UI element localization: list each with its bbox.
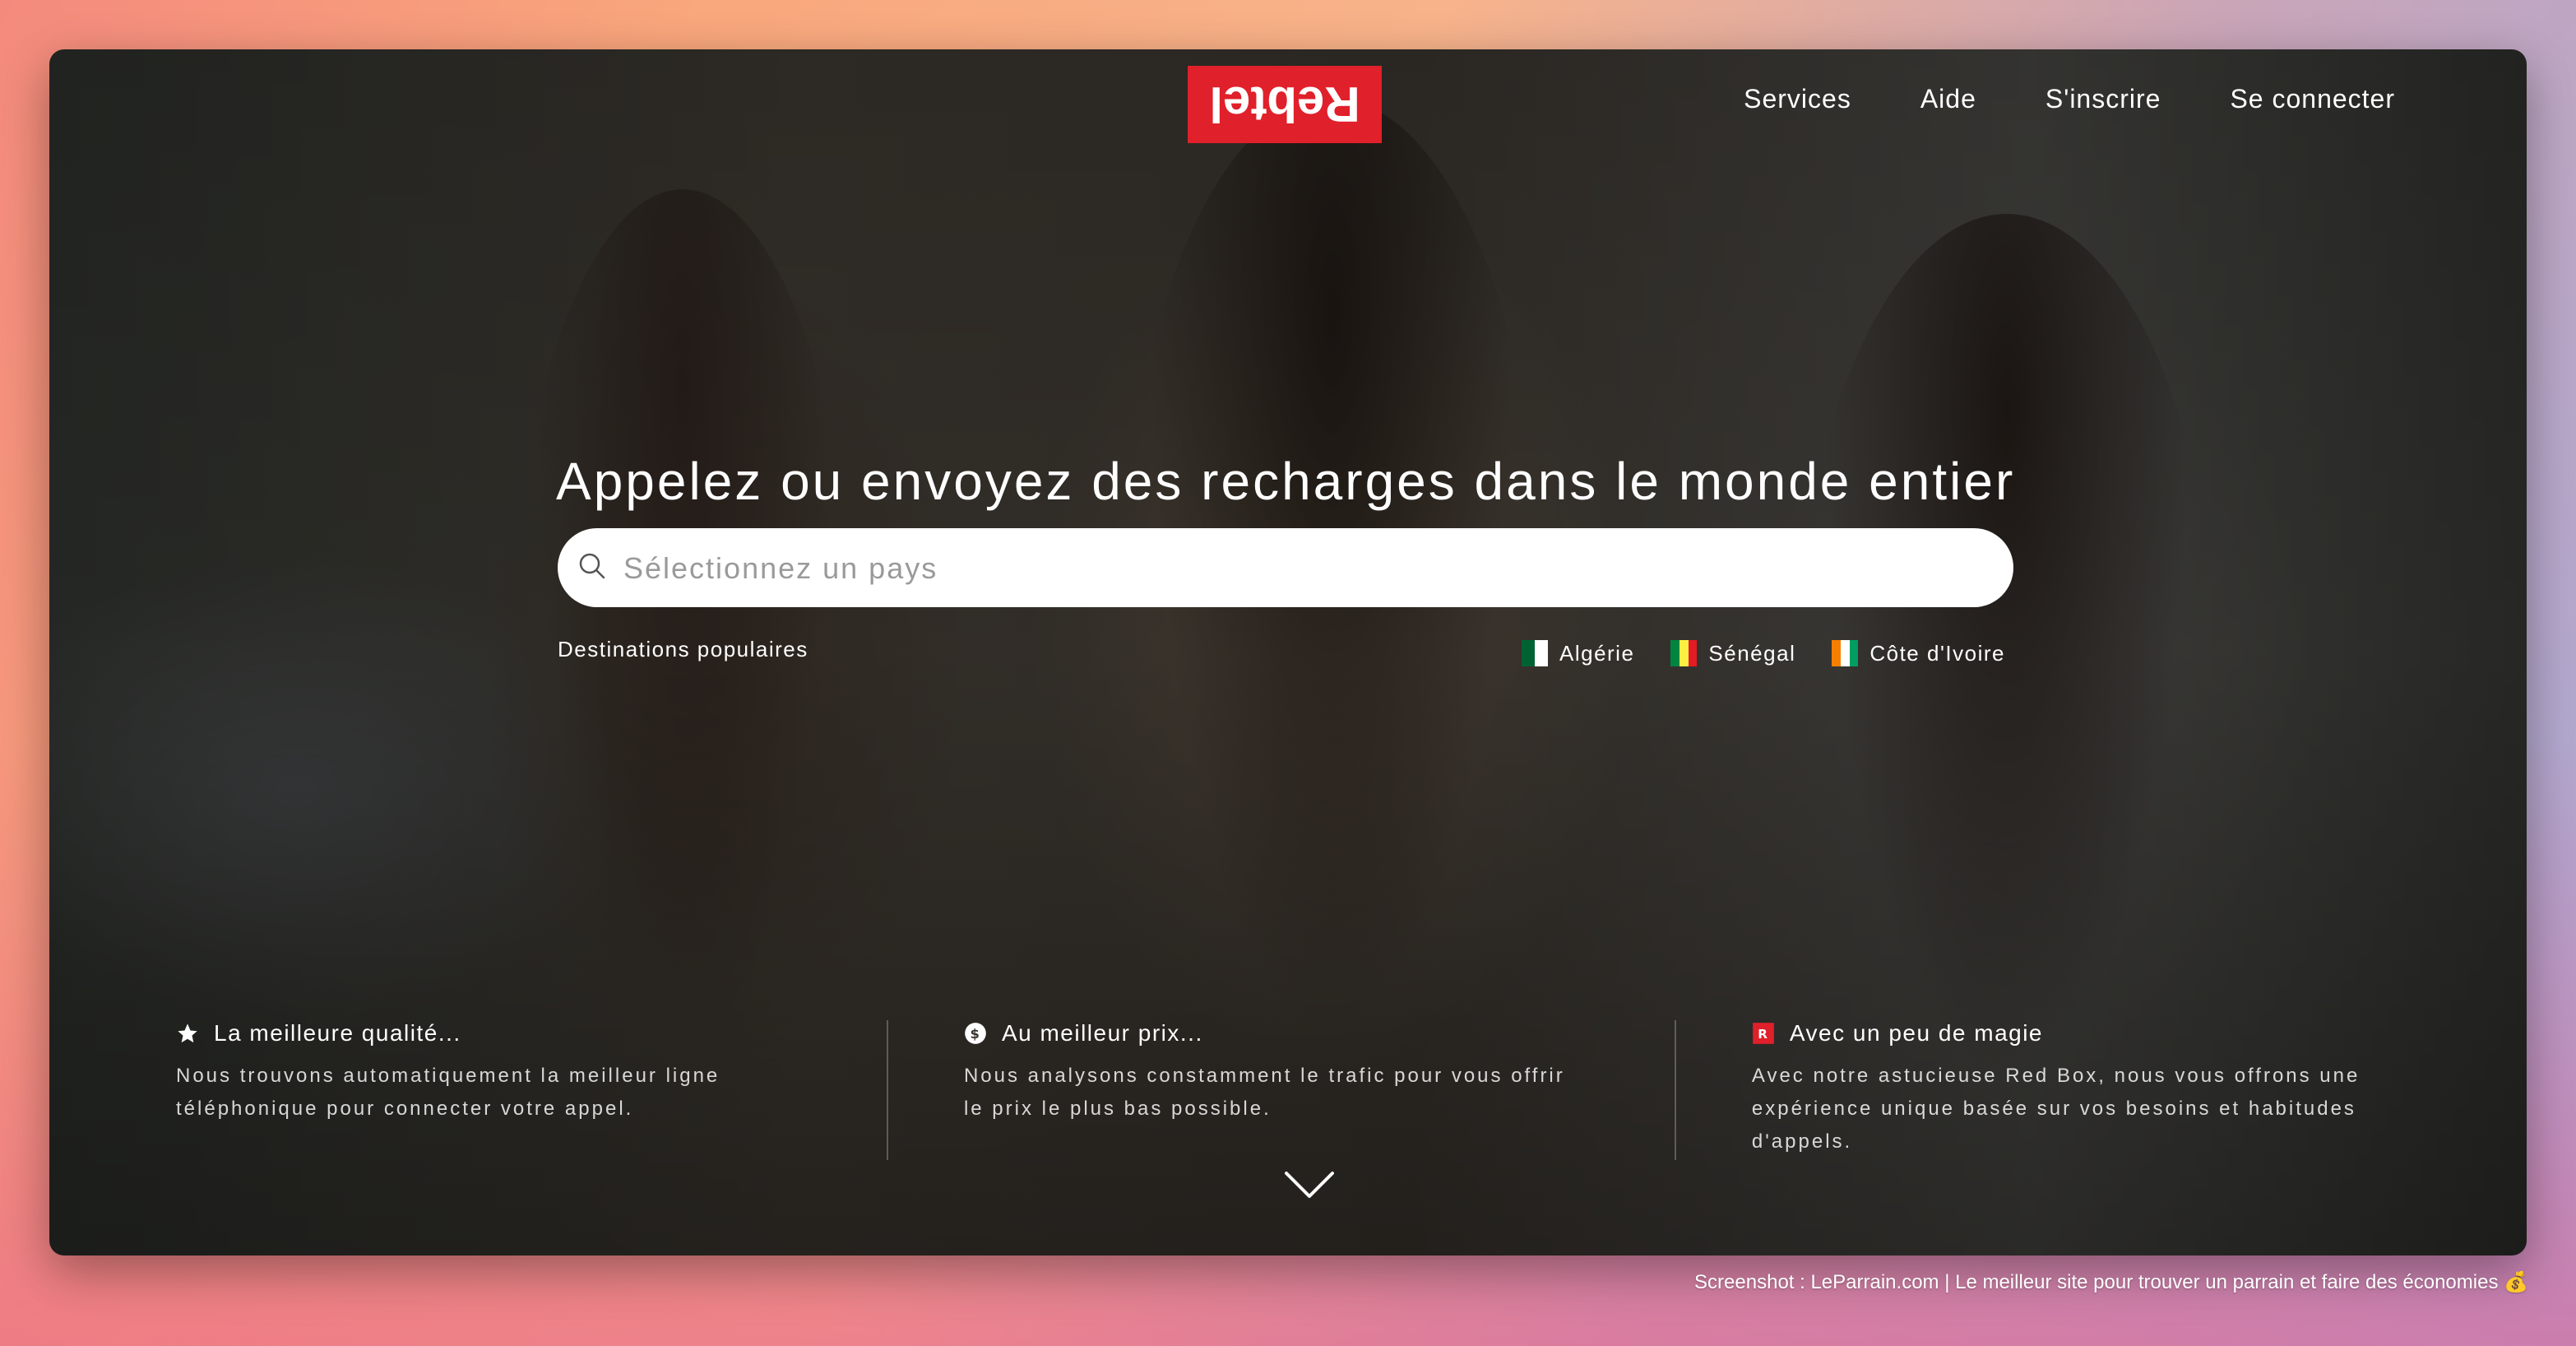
red-box-icon: R [1753, 1023, 1774, 1044]
screenshot-caption: Screenshot : LeParrain.com | Le meilleur… [1694, 1271, 2528, 1293]
senegal-flag-icon [1670, 640, 1698, 666]
nav-sinscrire[interactable]: S'inscrire [2046, 84, 2161, 114]
star-icon [178, 1023, 197, 1043]
feature-title-text: La meilleure qualité... [214, 1020, 461, 1046]
hero-headline: Appelez ou envoyez des recharges dans le… [556, 452, 2016, 511]
chevron-down-icon[interactable] [1283, 1168, 1336, 1201]
feature-divider [1675, 1020, 1676, 1160]
feature-magic: R Avec un peu de magie Avec notre astuci… [1752, 1020, 2462, 1160]
algeria-flag-icon [1521, 640, 1548, 666]
feature-price: $ Au meilleur prix... Nous analysons con… [964, 1020, 1675, 1160]
nav-se-connecter[interactable]: Se connecter [2230, 84, 2395, 114]
destination-label: Sénégal [1708, 640, 1796, 666]
nav-services[interactable]: Services [1744, 84, 1851, 114]
feature-title-text: Au meilleur prix... [1001, 1020, 1203, 1046]
ivory-coast-flag-icon [1832, 640, 1859, 666]
feature-description: Avec notre astucieuse Red Box, nous vous… [1751, 1065, 2361, 1153]
nav-aide[interactable]: Aide [1920, 84, 1976, 114]
destination-label: Algérie [1559, 640, 1635, 666]
feature-description: Nous analysons constamment le trafic pou… [963, 1065, 1565, 1120]
popular-destinations: Algérie Sénégal Côte d'Ivoire [1521, 640, 2005, 666]
destination-label: Côte d'Ivoire [1869, 640, 2005, 666]
feature-title: R Avec un peu de magie [1752, 1020, 2462, 1047]
feature-divider [887, 1020, 888, 1160]
search-icon [579, 553, 605, 579]
feature-quality: La meilleure qualité... Nous trouvons au… [176, 1020, 887, 1160]
rebtel-logo[interactable]: Rebtel [1188, 66, 1382, 143]
destination-cote-divoire[interactable]: Côte d'Ivoire [1832, 640, 2005, 666]
country-search-input[interactable] [622, 528, 1974, 609]
dollar-icon: $ [965, 1023, 986, 1044]
top-nav: Services Aide S'inscrire Se connecter [1744, 84, 2395, 114]
destination-algerie[interactable]: Algérie [1521, 640, 1635, 666]
feature-title: La meilleure qualité... [176, 1020, 887, 1047]
country-search [558, 528, 2013, 609]
svg-text:$: $ [970, 1026, 980, 1042]
svg-text:R: R [1758, 1027, 1768, 1042]
popular-destinations-label: Destinations populaires [558, 637, 808, 661]
features-row: La meilleure qualité... Nous trouvons au… [176, 1020, 2462, 1160]
destination-senegal[interactable]: Sénégal [1670, 640, 1795, 666]
browser-window: Rebtel Services Aide S'inscrire Se conne… [49, 49, 2527, 1255]
feature-title-text: Avec un peu de magie [1789, 1020, 2044, 1046]
feature-title: $ Au meilleur prix... [964, 1020, 1675, 1047]
logo-text: Rebtel [1209, 77, 1360, 132]
feature-description: Nous trouvons automatiquement la meilleu… [176, 1065, 720, 1120]
